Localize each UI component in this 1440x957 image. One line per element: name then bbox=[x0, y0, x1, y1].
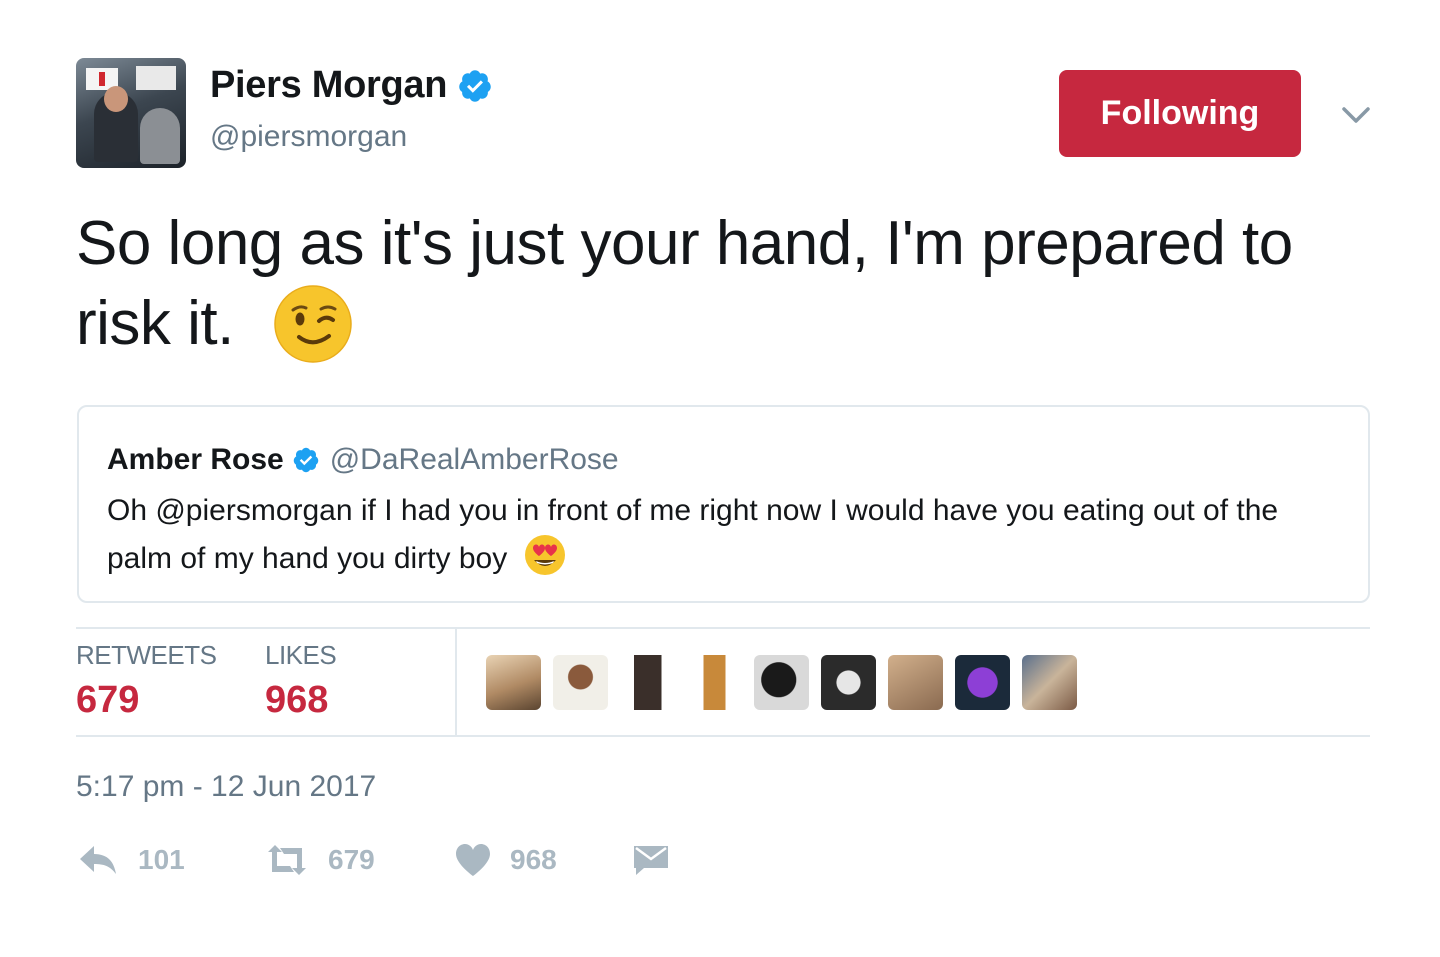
envelope-icon bbox=[634, 846, 668, 875]
retweet-count: 679 bbox=[328, 844, 375, 875]
verified-badge-icon bbox=[293, 447, 318, 473]
like-count: 968 bbox=[510, 844, 557, 875]
author-name-row: Piers Morgan bbox=[210, 64, 493, 107]
quoted-tweet-header: Amber Rose @DaRealAmberRose bbox=[107, 443, 619, 477]
quoted-tweet-text: Oh @piersmorgan if I had you in front of… bbox=[107, 487, 1337, 582]
retweets-value: 679 bbox=[76, 679, 140, 721]
retweets-stat[interactable]: RETWEETS 679 bbox=[76, 640, 217, 722]
author-avatar[interactable] bbox=[76, 58, 186, 168]
reply-count: 101 bbox=[138, 844, 185, 875]
direct-message-button[interactable] bbox=[632, 842, 670, 876]
liker-avatar[interactable] bbox=[888, 655, 943, 710]
heart-icon bbox=[456, 844, 490, 876]
winking-face-emoji-icon bbox=[273, 285, 352, 363]
tweet-timestamp[interactable]: 5:17 pm - 12 Jun 2017 bbox=[76, 770, 376, 804]
like-button[interactable]: 968 bbox=[454, 842, 557, 878]
tweet-text: So long as it's just your hand, I'm prep… bbox=[76, 204, 1376, 364]
retweet-icon bbox=[268, 845, 306, 875]
liker-avatar[interactable] bbox=[620, 655, 675, 710]
likes-label: LIKES bbox=[265, 640, 337, 670]
liker-avatar[interactable] bbox=[486, 655, 541, 710]
quoted-author-name[interactable]: Amber Rose bbox=[107, 443, 284, 477]
stats-divider-vertical bbox=[455, 629, 457, 735]
liker-avatar[interactable] bbox=[821, 655, 876, 710]
retweet-button[interactable]: 679 bbox=[264, 842, 375, 878]
reply-button[interactable]: 101 bbox=[76, 842, 185, 878]
following-button[interactable]: Following bbox=[1059, 70, 1301, 157]
retweets-label: RETWEETS bbox=[76, 640, 217, 670]
liker-avatar[interactable] bbox=[1022, 655, 1077, 710]
likes-stat[interactable]: LIKES 968 bbox=[265, 640, 337, 722]
tweet-body: So long as it's just your hand, I'm prep… bbox=[76, 209, 1293, 358]
heart-eyes-emoji-icon bbox=[524, 535, 565, 575]
stats-divider-bottom bbox=[76, 735, 1370, 737]
stats-divider-top bbox=[76, 627, 1370, 629]
liker-avatar[interactable] bbox=[687, 655, 742, 710]
avatar-background-sign bbox=[136, 66, 176, 90]
verified-badge-icon bbox=[459, 69, 491, 102]
liker-avatar[interactable] bbox=[955, 655, 1010, 710]
avatar-person-face bbox=[104, 86, 128, 112]
reply-icon bbox=[80, 846, 116, 874]
avatar-second-person bbox=[140, 108, 180, 164]
liker-avatar[interactable] bbox=[553, 655, 608, 710]
quoted-tweet-body: Oh @piersmorgan if I had you in front of… bbox=[107, 494, 1279, 575]
author-display-name[interactable]: Piers Morgan bbox=[210, 64, 447, 107]
chevron-down-icon[interactable] bbox=[1336, 100, 1376, 130]
quoted-tweet-card[interactable]: Amber Rose @DaRealAmberRose Oh @piersmor… bbox=[77, 405, 1370, 603]
liker-avatar[interactable] bbox=[754, 655, 809, 710]
likers-avatar-list bbox=[486, 655, 1077, 710]
likes-value: 968 bbox=[265, 679, 329, 721]
quoted-author-handle[interactable]: @DaRealAmberRose bbox=[330, 443, 619, 477]
author-handle[interactable]: @piersmorgan bbox=[210, 120, 407, 154]
